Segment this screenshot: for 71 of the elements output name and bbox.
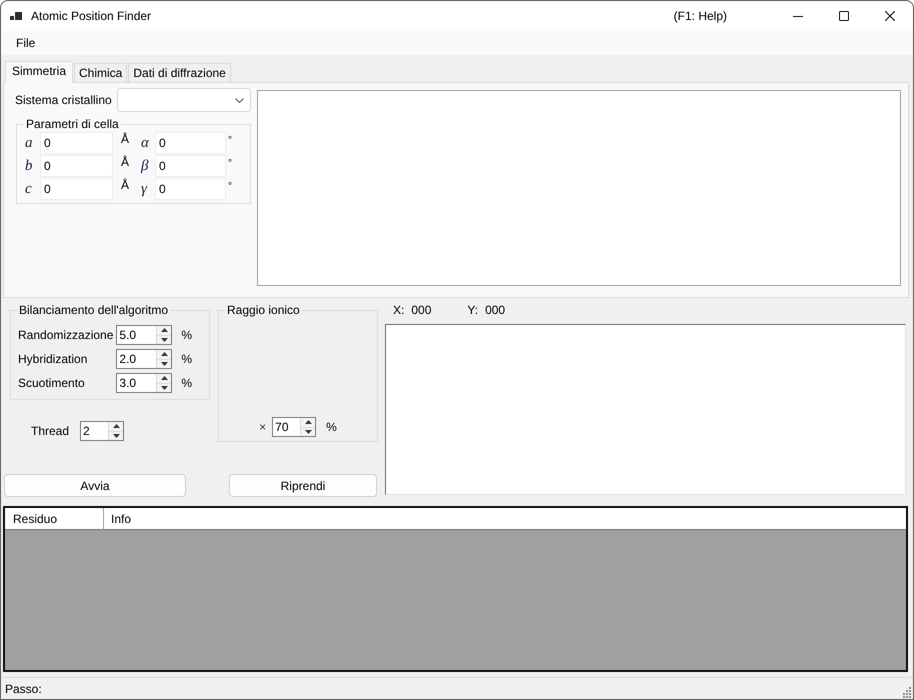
unit-label: % bbox=[181, 351, 192, 368]
text-field[interactable]: 0 bbox=[40, 132, 113, 154]
caret-up-icon bbox=[160, 328, 168, 332]
unit-label: % bbox=[181, 375, 192, 392]
start-button[interactable]: Avvia bbox=[4, 474, 186, 497]
caret-down-icon bbox=[112, 434, 120, 438]
axis-symbol: c bbox=[24, 181, 32, 197]
unit-label: ° bbox=[227, 157, 232, 170]
unit-label: Å bbox=[120, 155, 130, 168]
close-icon bbox=[885, 11, 895, 21]
parameter-label: Hybridization bbox=[17, 351, 88, 368]
status-label: Passo: bbox=[5, 682, 42, 696]
unit-label: Å bbox=[120, 178, 130, 191]
number-spinner[interactable]: 2.0 bbox=[116, 349, 172, 369]
tab[interactable]: Simmetria bbox=[5, 61, 74, 83]
number-spinner[interactable]: 5.0 bbox=[116, 325, 172, 345]
angle-symbol: γ bbox=[140, 181, 147, 197]
unit-label: ° bbox=[227, 180, 232, 193]
field-label: Sistema cristallino bbox=[15, 93, 112, 107]
unit-label: % bbox=[326, 419, 337, 436]
tab[interactable]: Chimica bbox=[74, 63, 128, 82]
angle-symbol: α bbox=[140, 135, 149, 151]
help-hint: (F1: Help) bbox=[674, 9, 727, 23]
maximize-icon bbox=[839, 11, 849, 21]
app-icon bbox=[10, 12, 22, 20]
unit-label: ° bbox=[227, 134, 232, 147]
axis-symbol: b bbox=[24, 158, 32, 174]
column-header[interactable]: Residuo bbox=[5, 508, 104, 529]
number-spinner[interactable]: 70 bbox=[272, 417, 316, 437]
unit-label: % bbox=[181, 327, 192, 344]
unit-label: Å bbox=[120, 132, 130, 145]
spin-up-button[interactable] bbox=[156, 374, 172, 382]
caret-up-icon bbox=[304, 420, 312, 424]
caret-up-icon bbox=[112, 424, 120, 428]
parameter-label: Thread bbox=[31, 423, 70, 440]
caret-down-icon bbox=[160, 338, 168, 342]
menu-item[interactable]: File bbox=[9, 33, 42, 53]
spin-up-button[interactable] bbox=[156, 326, 172, 334]
text-field[interactable]: 0 bbox=[155, 178, 226, 200]
spin-up-button[interactable] bbox=[156, 350, 172, 358]
caret-down-icon bbox=[160, 386, 168, 390]
text-field[interactable]: 0 bbox=[155, 132, 226, 154]
parameter-label: Scuotimento bbox=[17, 375, 86, 392]
tab[interactable]: Dati di diffrazione bbox=[128, 63, 231, 82]
caret-down-icon bbox=[160, 362, 168, 366]
caret-down-icon bbox=[304, 430, 312, 434]
group-title: Raggio ionico bbox=[226, 303, 301, 317]
resize-grip-icon[interactable] bbox=[901, 687, 911, 698]
caret-up-icon bbox=[160, 376, 168, 380]
spin-up-button[interactable] bbox=[108, 422, 124, 430]
chevron-down-icon bbox=[235, 98, 244, 102]
coordinate-label: X: bbox=[393, 303, 404, 317]
angle-symbol: β bbox=[140, 158, 148, 174]
parameter-label: Randomizzazione bbox=[17, 327, 114, 344]
axis-symbol: a bbox=[24, 135, 32, 151]
spin-up-button[interactable] bbox=[300, 418, 316, 426]
coordinate-label: Y: bbox=[467, 303, 478, 317]
coordinate-value: 000 bbox=[485, 303, 506, 317]
number-spinner[interactable]: 2 bbox=[80, 421, 124, 441]
group-title: Parametri di cella bbox=[25, 117, 120, 131]
resume-button[interactable]: Riprendi bbox=[229, 474, 377, 497]
text-field[interactable]: 0 bbox=[155, 155, 226, 177]
caret-up-icon bbox=[160, 352, 168, 356]
group-title: Bilanciamento dell'algoritmo bbox=[18, 303, 170, 317]
column-header[interactable]: Info bbox=[104, 508, 906, 529]
coordinate-value: 000 bbox=[411, 303, 432, 317]
multiplier-label: × bbox=[259, 419, 266, 436]
text-field[interactable]: 0 bbox=[40, 178, 113, 200]
window-title: Atomic Position Finder bbox=[31, 9, 152, 23]
number-spinner[interactable]: 3.0 bbox=[116, 373, 172, 393]
text-field[interactable]: 0 bbox=[40, 155, 113, 177]
